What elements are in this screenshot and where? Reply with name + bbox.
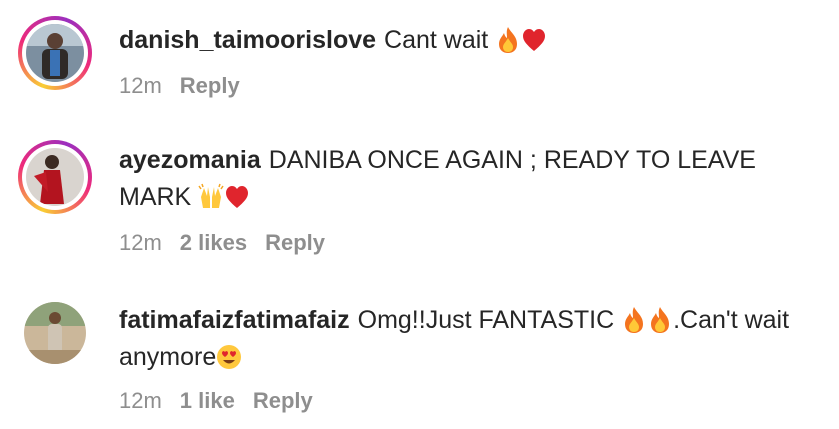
fire-emoji (495, 26, 521, 54)
comment-username[interactable]: fatimafaizfatimafaiz (119, 306, 350, 334)
comment-text: danish_taimoorislove Cant wait (119, 22, 824, 59)
comment-meta: 12m 1 like Reply (119, 388, 331, 414)
comment-text: fatimafaizfatimafaiz Omg!!Just FANTASTIC … (119, 302, 824, 376)
comment-item: danish_taimoorislove Cant wait 12m Reply (0, 0, 839, 120)
red-heart-emoji (521, 26, 547, 54)
avatar (26, 148, 84, 206)
avatar-story-ring[interactable] (18, 16, 92, 90)
comment-item: ayezomania DANIBA ONCE AGAIN ; READY TO L… (0, 120, 839, 270)
comment-body: Cant wait (384, 26, 489, 54)
comment-time: 12m (119, 230, 162, 255)
fire-emoji (647, 306, 673, 334)
like-count[interactable]: 2 likes (180, 230, 247, 255)
avatar[interactable] (24, 302, 86, 364)
reply-button[interactable]: Reply (180, 73, 240, 98)
comment-item: fatimafaizfatimafaiz Omg!!Just FANTASTIC … (0, 270, 839, 429)
avatar (26, 24, 84, 82)
comment-username[interactable]: danish_taimoorislove (119, 26, 376, 54)
comment-username[interactable]: ayezomania (119, 146, 261, 174)
comment-time: 12m (119, 388, 162, 413)
heart-eyes-emoji (216, 343, 242, 371)
reply-button[interactable]: Reply (265, 230, 325, 255)
fire-emoji (621, 306, 647, 334)
red-heart-emoji (224, 183, 250, 211)
like-count[interactable]: 1 like (180, 388, 235, 413)
comment-meta: 12m Reply (119, 73, 258, 99)
comment-meta: 12m 2 likes Reply (119, 230, 343, 256)
comment-body: Omg!!Just FANTASTIC (357, 306, 615, 334)
avatar-story-ring[interactable] (18, 140, 92, 214)
comment-text: ayezomania DANIBA ONCE AGAIN ; READY TO L… (119, 142, 824, 216)
comment-time: 12m (119, 73, 162, 98)
raising-hands-emoji (198, 183, 224, 211)
reply-button[interactable]: Reply (253, 388, 313, 413)
